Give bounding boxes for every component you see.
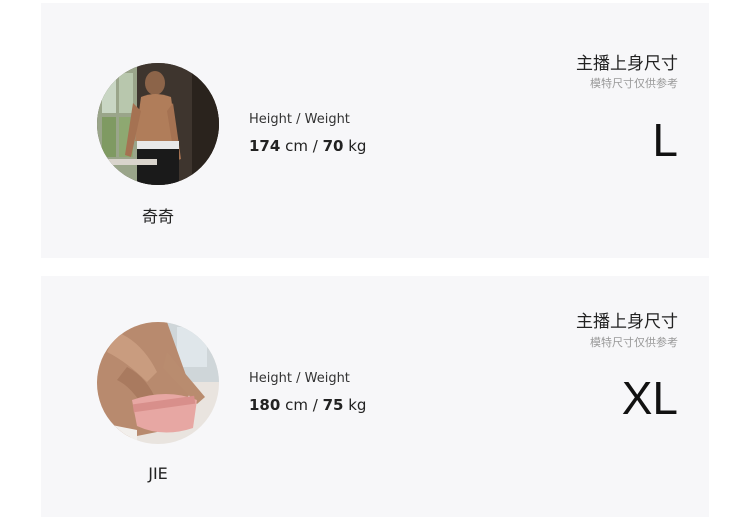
model-photo [97, 63, 219, 185]
height-value: 180 [249, 396, 281, 414]
weight-unit: kg [348, 396, 367, 414]
model-photo [97, 322, 219, 444]
size-title: 主播上身尺寸 [576, 312, 678, 332]
size-note: 模特尺寸仅供参考 [590, 336, 678, 349]
size-value: L [652, 114, 678, 166]
model-name: JIE [148, 464, 168, 483]
size-value: XL [621, 372, 678, 424]
weight-unit: kg [348, 137, 367, 155]
weight-value: 75 [322, 396, 344, 414]
height-value: 174 [249, 137, 281, 155]
height-weight-label: Height / Weight [249, 112, 350, 127]
height-unit: cm [285, 137, 308, 155]
model-card-2: JIE Height / Weight 180 cm / 75 kg 主播上身尺… [41, 276, 709, 517]
size-note: 模特尺寸仅供参考 [590, 77, 678, 90]
height-weight-value: 174 cm / 70 kg [249, 137, 366, 155]
model-card-1: 奇奇 Height / Weight 174 cm / 70 kg 主播上身尺寸… [41, 3, 709, 258]
separator: / [312, 137, 318, 155]
height-weight-value: 180 cm / 75 kg [249, 396, 366, 414]
height-unit: cm [285, 396, 308, 414]
separator: / [312, 396, 318, 414]
size-title: 主播上身尺寸 [576, 54, 678, 74]
model-name: 奇奇 [141, 207, 174, 226]
height-weight-label: Height / Weight [249, 371, 350, 386]
weight-value: 70 [322, 137, 344, 155]
